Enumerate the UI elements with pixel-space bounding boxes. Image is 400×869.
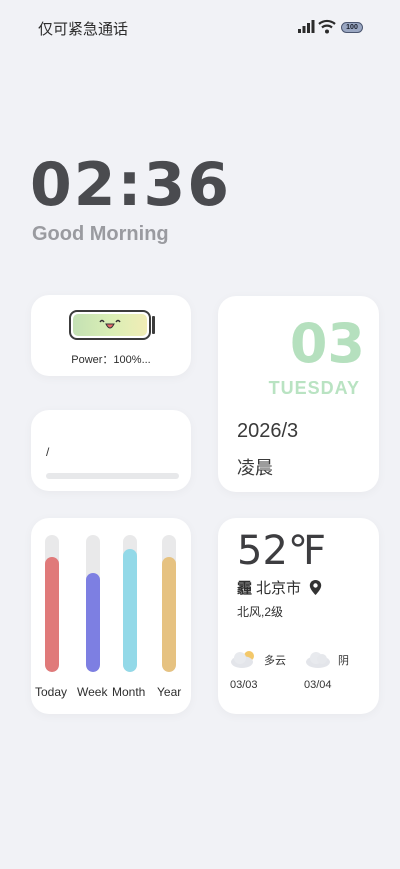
year-month: 2026/3 bbox=[237, 420, 299, 442]
wifi-icon bbox=[318, 19, 336, 34]
forecast-day-1: 多云 03/03 bbox=[230, 649, 300, 699]
forecast-condition-1: 多云 bbox=[264, 655, 286, 667]
clock-time: 02:36 bbox=[30, 150, 231, 220]
progress-bar-week bbox=[86, 535, 100, 672]
date-card[interactable]: 03 TUESDAY 2026/3 凌晨 bbox=[218, 296, 379, 492]
progress-label: / bbox=[46, 445, 50, 459]
progress-bar-month bbox=[123, 535, 137, 672]
power-card[interactable]: Power：100%... bbox=[31, 295, 191, 376]
progress-bar-year bbox=[162, 535, 176, 672]
bar-fill-today bbox=[45, 556, 59, 672]
bar-label-month: Month bbox=[112, 685, 146, 699]
haze-icon: 霾 bbox=[237, 580, 253, 597]
time-progress-card[interactable]: Today Week Month Year bbox=[31, 518, 191, 714]
forecast-day-2: 阴 03/04 bbox=[304, 649, 374, 699]
forecast-date-2: 03/04 bbox=[304, 679, 332, 691]
battery-icon: 100 bbox=[341, 22, 363, 33]
wind-info: 北风,2级 bbox=[237, 605, 284, 619]
forecast-condition-2: 阴 bbox=[338, 655, 349, 667]
progress-bar-today bbox=[45, 535, 59, 672]
progress-track bbox=[46, 473, 179, 479]
cloudy-icon bbox=[306, 652, 330, 668]
bar-fill-year bbox=[162, 556, 176, 672]
smiley-face-icon bbox=[99, 319, 121, 329]
temperature: 52℉ bbox=[237, 528, 326, 574]
location-pin-icon bbox=[309, 580, 322, 595]
signal-icon bbox=[298, 20, 315, 33]
bar-label-year: Year bbox=[157, 685, 182, 699]
weather-card[interactable]: 52℉ 霾 北京市 北风,2级 多云 03/03 阴 03/04 bbox=[218, 518, 379, 714]
greeting-text: Good Morning bbox=[32, 223, 169, 245]
battery-tip bbox=[152, 316, 155, 334]
day-number: 03 bbox=[289, 312, 365, 375]
weekday-label: TUESDAY bbox=[268, 378, 360, 398]
bar-fill-month bbox=[123, 548, 137, 672]
forecast-date-1: 03/03 bbox=[230, 679, 258, 691]
power-label: Power：100%... bbox=[71, 354, 151, 366]
progress-card[interactable]: / bbox=[31, 410, 191, 491]
location-row: 霾 北京市 bbox=[237, 577, 322, 598]
partly-cloudy-icon bbox=[231, 651, 254, 668]
bar-label-week: Week bbox=[77, 685, 108, 699]
city-name: 北京市 bbox=[256, 580, 302, 597]
bar-label-today: Today bbox=[35, 685, 68, 699]
bar-fill-week bbox=[86, 573, 100, 672]
day-period: 凌晨 bbox=[237, 458, 273, 478]
status-bar: 仅可紧急通话 100 bbox=[0, 0, 400, 52]
carrier-text: 仅可紧急通话 bbox=[38, 21, 129, 38]
